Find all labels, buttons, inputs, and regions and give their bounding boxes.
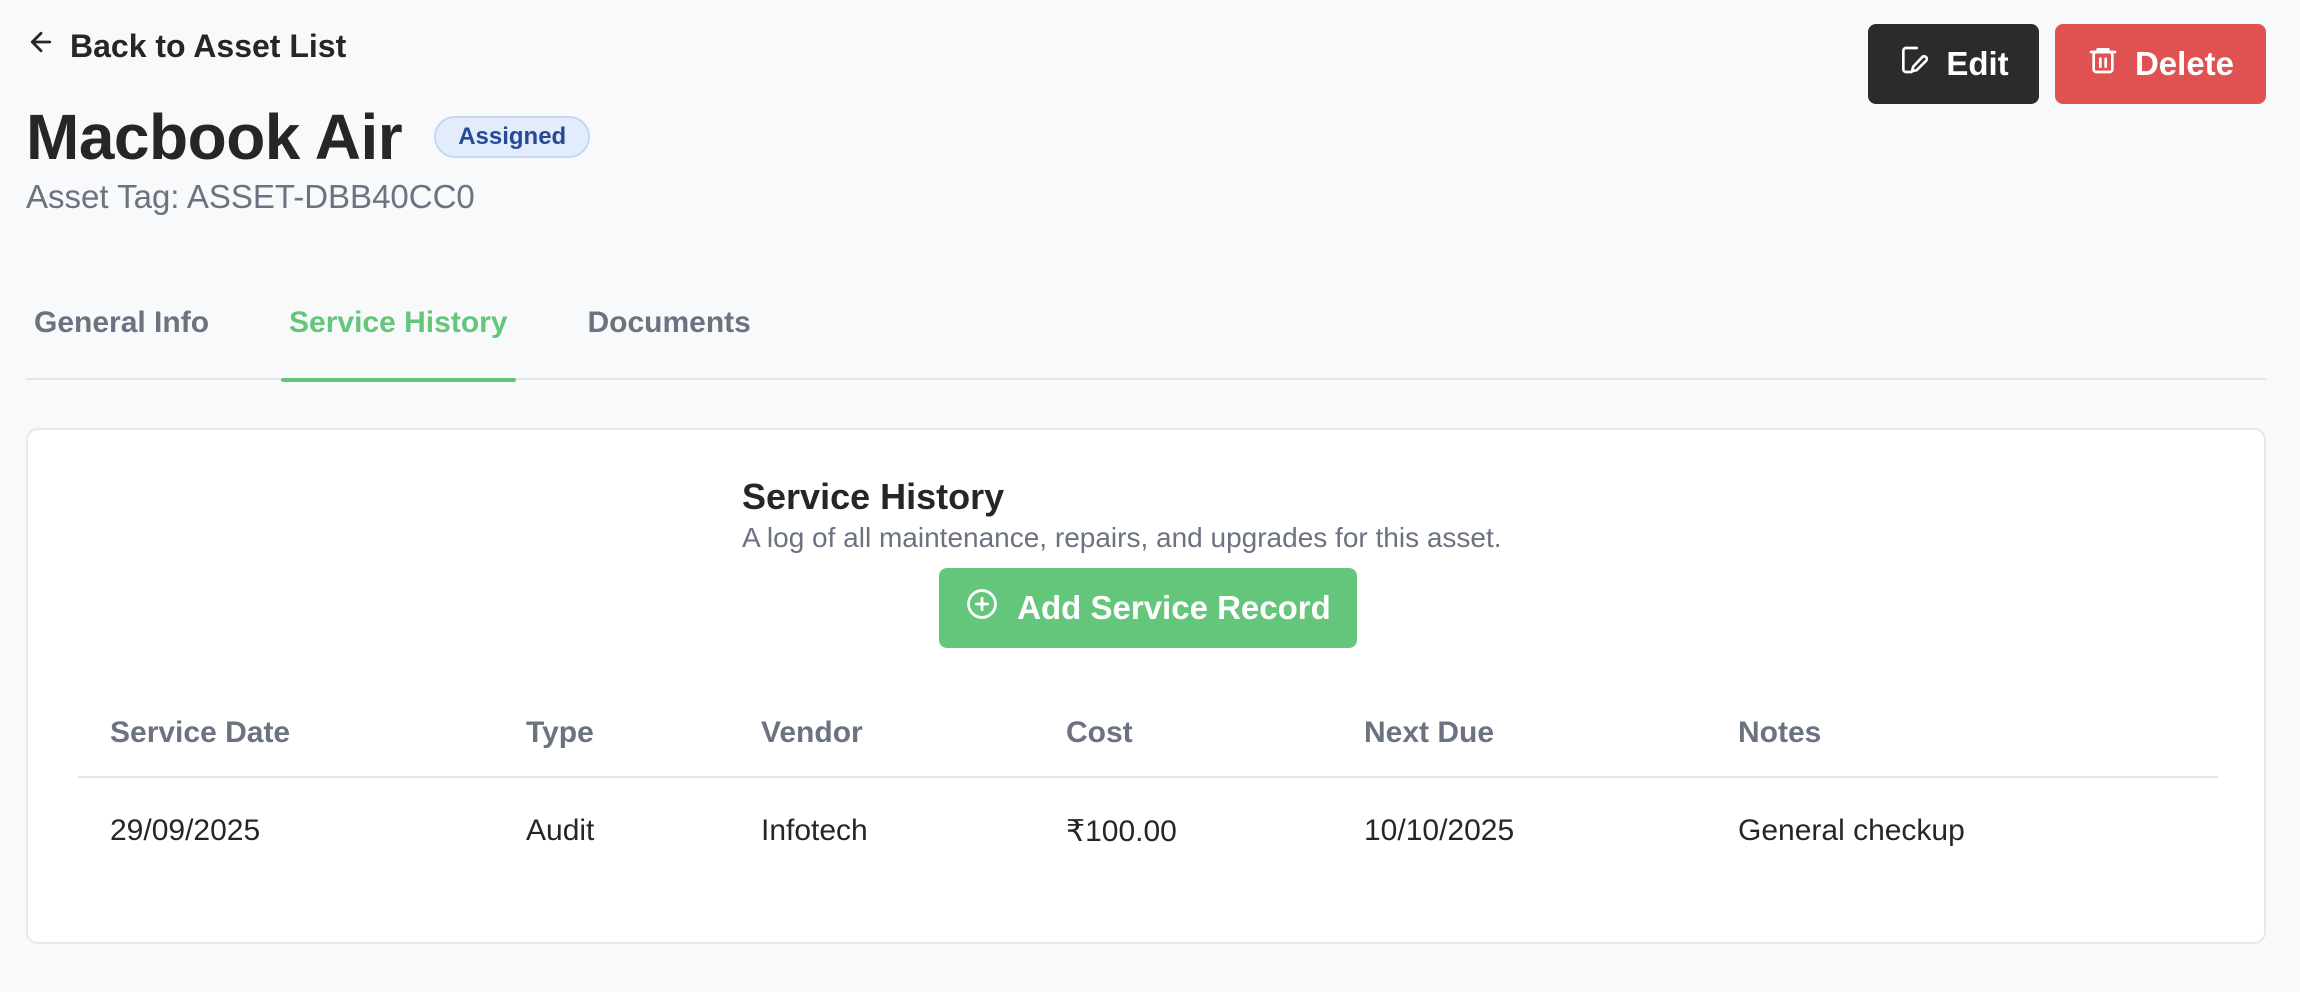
status-badge: Assigned (434, 116, 591, 158)
cell-service-date: 29/09/2025 (110, 814, 261, 847)
asset-tag: Asset Tag: ASSET-DBB40CC0 (26, 178, 475, 216)
service-history-table: Service Date Type Vendor Cost Next Due N… (78, 690, 2218, 884)
asset-detail-page: Back to Asset List Edit Delete Macbook A… (0, 0, 2300, 992)
page-title: Macbook Air (26, 101, 403, 173)
edit-button[interactable]: Edit (1868, 24, 2039, 104)
back-link-label: Back to Asset List (70, 27, 347, 64)
back-to-asset-list-link[interactable]: Back to Asset List (26, 24, 346, 68)
add-service-record-label: Add Service Record (1017, 589, 1331, 626)
column-header-type: Type (526, 716, 594, 749)
tab-general-info[interactable]: General Info (26, 290, 217, 380)
cell-next-due: 10/10/2025 (1364, 814, 1515, 847)
edit-button-label: Edit (1946, 45, 2009, 82)
column-header-cost: Cost (1066, 716, 1133, 749)
cell-cost: ₹100.00 (1066, 814, 1177, 848)
table-header: Service Date Type Vendor Cost Next Due N… (78, 690, 2218, 778)
add-service-record-button[interactable]: Add Service Record (939, 568, 1357, 648)
service-history-description: A log of all maintenance, repairs, and u… (742, 522, 1502, 553)
arrow-left-icon (26, 27, 56, 65)
column-header-service-date: Service Date (110, 716, 291, 749)
cell-type: Audit (526, 814, 595, 847)
service-history-card: Service History A log of all maintenance… (26, 428, 2266, 944)
column-header-vendor: Vendor (761, 716, 863, 749)
header-actions: Edit Delete (1868, 24, 2266, 104)
cell-notes: General checkup (1738, 814, 1965, 847)
asset-tag-value: ASSET-DBB40CC0 (186, 178, 475, 215)
asset-tag-label: Asset Tag: (26, 178, 180, 215)
table-row: 29/09/2025 Audit Infotech ₹100.00 10/10/… (78, 778, 2218, 884)
cell-vendor: Infotech (761, 814, 868, 847)
service-history-title: Service History (742, 476, 1005, 517)
edit-icon (1898, 44, 1930, 84)
tab-service-history[interactable]: Service History (281, 290, 516, 382)
column-header-next-due: Next Due (1364, 716, 1495, 749)
tab-bar: General Info Service History Documents (26, 290, 2266, 382)
title-row: Macbook Air Assigned (26, 100, 591, 174)
tab-documents[interactable]: Documents (580, 290, 759, 380)
trash-icon (2087, 44, 2119, 84)
plus-circle-icon (965, 587, 999, 629)
column-header-notes: Notes (1738, 716, 1822, 749)
delete-button[interactable]: Delete (2055, 24, 2266, 104)
delete-button-label: Delete (2134, 45, 2235, 82)
